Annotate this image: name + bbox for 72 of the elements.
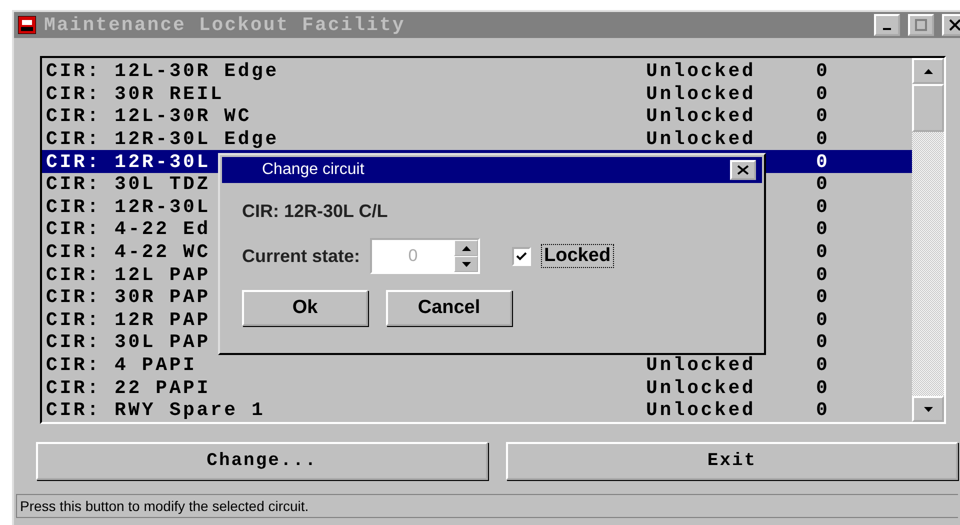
lock-status: Unlocked bbox=[646, 376, 756, 399]
circuit-name: CIR: 4-22 Ed bbox=[46, 218, 210, 240]
checkbox-label[interactable]: Locked bbox=[541, 244, 614, 268]
scrollbar[interactable] bbox=[912, 58, 944, 422]
cancel-button[interactable]: Cancel bbox=[386, 290, 512, 326]
minimize-button[interactable] bbox=[874, 14, 900, 36]
list-row[interactable]: CIR: RWY Spare 1 Unlocked 0 bbox=[42, 398, 912, 422]
state-value: 0 bbox=[816, 173, 831, 196]
list-row[interactable]: CIR: 12R-30L Edge Unlocked 0 bbox=[42, 128, 912, 150]
scroll-down-button[interactable] bbox=[912, 396, 944, 422]
circuit-name: CIR: 22 PAPI bbox=[46, 376, 210, 399]
spin-up-button[interactable] bbox=[454, 240, 478, 256]
down-arrow-icon bbox=[462, 262, 471, 266]
scroll-thumb[interactable] bbox=[912, 84, 944, 132]
list-row[interactable]: CIR: 22 PAPI Unlocked 0 bbox=[42, 376, 912, 399]
state-value: 0 bbox=[816, 218, 831, 240]
list-row[interactable]: CIR: 4 PAPI Unlocked 0 bbox=[42, 354, 912, 376]
lock-status: Unlocked bbox=[646, 82, 756, 105]
minimize-icon bbox=[883, 28, 891, 30]
lock-status: Unlocked bbox=[646, 128, 756, 150]
circuit-name: CIR: 30L TDZ bbox=[46, 173, 210, 196]
window-title: Maintenance Lockout Facility bbox=[44, 14, 406, 36]
scroll-up-button[interactable] bbox=[912, 58, 944, 84]
check-icon bbox=[516, 252, 528, 260]
list-row[interactable]: CIR: 12L-30R Edge Unlocked 0 bbox=[42, 60, 912, 83]
circuit-name: CIR: 12R PAP bbox=[46, 308, 210, 331]
lock-status: Unlocked bbox=[646, 60, 756, 82]
state-value: 0 bbox=[816, 376, 831, 399]
status-bar: Press this button to modify the selected circuit. bbox=[16, 494, 958, 518]
app-icon bbox=[18, 16, 36, 34]
circuit-name: CIR: 12R-30L bbox=[46, 150, 210, 173]
circuit-name: CIR: 12L-30R Edge bbox=[46, 60, 279, 82]
up-arrow-icon bbox=[924, 68, 932, 74]
state-value: 0 bbox=[816, 286, 831, 308]
maximize-icon bbox=[915, 19, 927, 31]
circuit-name: CIR: 12L PAP bbox=[46, 264, 210, 286]
state-value: 0 bbox=[816, 82, 831, 105]
exit-button[interactable]: Exit bbox=[506, 442, 958, 480]
close-button[interactable] bbox=[730, 160, 756, 180]
circuit-name: CIR: 4 PAPI bbox=[46, 354, 197, 376]
state-value: 0 bbox=[816, 331, 831, 354]
close-icon bbox=[737, 165, 749, 175]
locked-checkbox[interactable] bbox=[512, 246, 532, 266]
state-value: 0 bbox=[816, 150, 831, 173]
state-value: 0 bbox=[816, 264, 831, 286]
lock-status: Unlocked bbox=[646, 354, 756, 376]
lock-status: Unlocked bbox=[646, 399, 756, 422]
state-value: 0 bbox=[816, 105, 831, 128]
circuit-name: CIR: 12R-30L Edge bbox=[46, 128, 279, 150]
state-value: 0 bbox=[816, 128, 831, 150]
up-arrow-icon bbox=[462, 246, 471, 250]
circuit-name: CIR: 30L PAP bbox=[46, 331, 210, 354]
state-value: 0 bbox=[816, 308, 831, 331]
state-label: Current state: bbox=[242, 246, 360, 266]
maximize-button[interactable] bbox=[908, 14, 934, 36]
spin-down-button[interactable] bbox=[454, 256, 478, 272]
state-value: 0 bbox=[816, 60, 831, 82]
state-value: 0 bbox=[816, 399, 831, 422]
change-button[interactable]: Change... bbox=[36, 442, 488, 480]
list-row[interactable]: CIR: 12L-30R WC Unlocked 0 bbox=[42, 105, 912, 128]
dialog-title: Change circuit bbox=[262, 161, 366, 179]
ok-button[interactable]: Ok bbox=[242, 290, 368, 326]
lock-status: Unlocked bbox=[646, 105, 756, 128]
circuit-name: CIR: 30R PAP bbox=[46, 286, 210, 308]
list-row[interactable]: CIR: 30R REIL Unlocked 0 bbox=[42, 82, 912, 106]
circuit-label: CIR: 12R-30L C/L bbox=[242, 201, 389, 222]
state-value: 0 bbox=[816, 354, 831, 376]
close-icon bbox=[949, 19, 960, 31]
circuit-name: CIR: 12L-30R WC bbox=[46, 105, 252, 128]
circuit-name: CIR: 30R REIL bbox=[46, 82, 224, 105]
circuit-name: CIR: RWY Spare 1 bbox=[46, 399, 266, 422]
down-arrow-icon bbox=[924, 406, 932, 412]
